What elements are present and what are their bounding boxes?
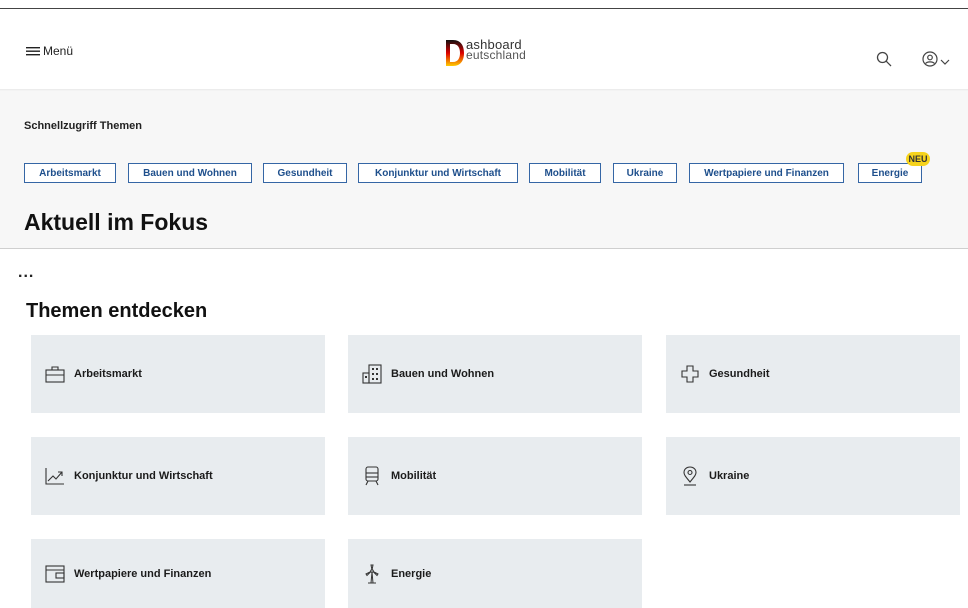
new-badge: NEU [906,152,930,166]
train-icon [362,466,382,486]
chip-mobilitaet[interactable]: Mobilität [529,163,601,183]
focus-heading: Aktuell im Fokus [24,209,209,235]
chip-wertpapiere-und-finanzen[interactable]: Wertpapiere und Finanzen [689,163,844,183]
tile-ukraine[interactable]: Ukraine [666,437,960,515]
logo-text: ashboard eutschland [466,38,527,62]
trend-chart-icon [45,466,65,486]
chip-arbeitsmarkt[interactable]: Arbeitsmarkt [24,163,116,183]
chip-bauen-und-wohnen[interactable]: Bauen und Wohnen [128,163,252,183]
discover-heading: Themen entdecken [26,300,208,322]
tile-gesundheit[interactable]: Gesundheit [666,335,960,413]
briefcase-icon [45,364,65,384]
tile-energie[interactable]: Energie [348,539,642,608]
search-button[interactable] [876,51,892,72]
menu-button[interactable]: Menü [26,44,73,58]
medical-cross-icon [680,364,700,384]
tile-label: Bauen und Wohnen [391,368,495,380]
wind-turbine-icon [362,564,382,584]
logo-d-icon [445,39,465,72]
tile-label: Energie [391,567,432,580]
chip-konjunktur-und-wirtschaft[interactable]: Konjunktur und Wirtschaft [358,163,518,183]
chevron-down-icon [940,53,950,71]
tile-konjunktur-und-wirtschaft[interactable]: Konjunktur und Wirtschaft [31,437,325,515]
tile-bauen-und-wohnen[interactable]: Bauen und Wohnen [348,335,642,413]
tile-arbeitsmarkt[interactable]: Arbeitsmarkt [31,335,325,413]
logo-line-2: eutschland [466,48,527,62]
account-button[interactable] [922,51,950,72]
tile-label: Wertpapiere und Finanzen [74,567,212,580]
tile-label: Gesundheit [709,368,770,380]
tile-wertpapiere-und-finanzen[interactable]: Wertpapiere und Finanzen [31,539,325,608]
loading-indicator: ... [18,264,35,281]
tile-label: Mobilität [391,470,437,482]
tile-label: Konjunktur und Wirtschaft [74,470,213,482]
chip-energie[interactable]: Energie [858,163,922,183]
tile-label: Ukraine [709,470,750,482]
quick-access-title: Schnellzugriff Themen [24,120,142,132]
search-icon [876,51,892,71]
building-icon [362,364,382,384]
map-pin-icon [680,466,700,486]
user-icon [922,51,938,72]
chip-gesundheit[interactable]: Gesundheit [263,163,347,183]
wallet-icon [45,564,65,584]
dashboard-deutschland-logo[interactable]: ashboard eutschland [445,38,527,72]
tile-label: Arbeitsmarkt [74,368,142,380]
tile-mobilitaet[interactable]: Mobilität [348,437,642,515]
hamburger-icon [26,45,40,57]
menu-label: Menü [43,44,74,58]
chip-ukraine[interactable]: Ukraine [613,163,677,183]
